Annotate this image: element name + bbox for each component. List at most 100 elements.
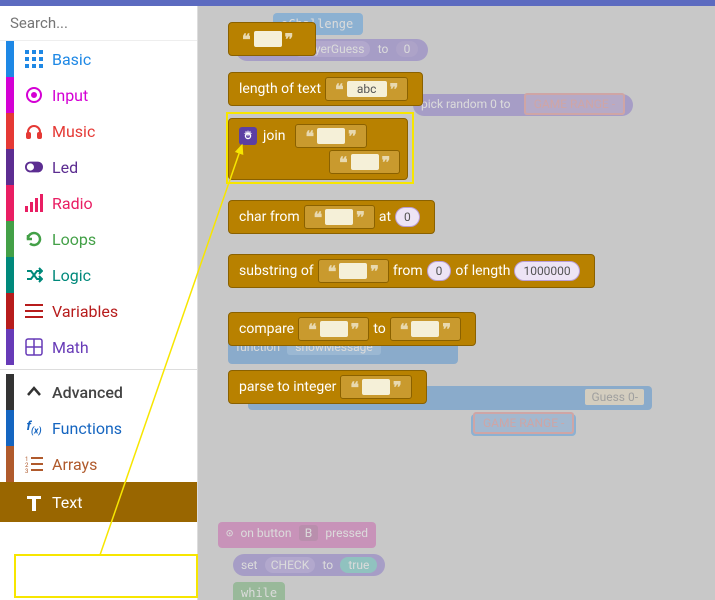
string-input[interactable] [317,128,345,144]
string-input[interactable] [254,31,282,47]
block-label: length of text [239,81,321,97]
quote-open-icon: ❝ [336,153,351,172]
string-slot[interactable]: ❝❞ [318,259,389,283]
shuffle-icon [20,266,48,284]
number-input-len[interactable]: 1000000 [514,261,579,281]
block-join[interactable]: join ❝❞ ❝❞ [228,118,408,180]
string-input[interactable] [351,154,379,170]
block-label: join [263,128,285,144]
block-parse-to-integer[interactable]: parse to integer ❝❞ [228,370,427,404]
category-label: Radio [52,194,93,213]
block-label-to: to [373,321,385,337]
stripe [6,77,14,113]
number-input[interactable]: 0 [395,207,420,227]
string-input[interactable] [362,379,390,395]
stripe [6,41,14,77]
stripe [6,149,14,185]
category-label: Variables [52,302,118,321]
category-basic[interactable]: Basic [0,41,197,77]
category-label: Loops [52,230,96,249]
stripe [6,293,14,329]
string-slot[interactable]: ❝❞ [295,124,366,148]
quote-close-icon: ❞ [348,320,363,339]
category-label: Text [52,493,82,512]
svg-text:3: 3 [25,468,28,473]
quote-open-icon: ❝ [302,127,317,146]
quote-close-icon: ❞ [387,80,402,99]
refresh-icon [20,230,48,248]
category-label: Logic [52,266,91,285]
stripe [6,329,14,365]
text-t-icon [20,493,48,511]
category-loops[interactable]: Loops [0,221,197,257]
stripe [6,221,14,257]
category-label: Math [52,338,89,357]
category-math[interactable]: Math [0,329,197,365]
category-label: Arrays [52,455,97,474]
string-input[interactable] [411,321,439,337]
stripe [6,374,14,410]
block-label-from: from [393,263,423,279]
category-arrays[interactable]: 123 Arrays [0,446,197,482]
bars-icon [20,194,48,212]
string-slot[interactable]: ❝❞ [329,150,400,174]
headphones-icon [20,122,48,140]
quote-close-icon: ❞ [353,208,368,227]
category-led[interactable]: Led [0,149,197,185]
block-substring[interactable]: substring of ❝❞ from 0 of length 1000000 [228,254,595,288]
stripe [6,484,14,520]
category-input[interactable]: Input [0,77,197,113]
string-slot[interactable]: ❝❞ [390,317,461,341]
block-label: substring of [239,263,314,279]
chevron-up-icon [20,383,48,401]
string-input[interactable] [325,209,353,225]
category-text[interactable]: Text [0,482,197,522]
category-label: Led [52,158,78,177]
quote-close-icon: ❞ [367,262,382,281]
number-input-from[interactable]: 0 [427,261,452,281]
calculator-icon [20,338,48,356]
string-input[interactable] [339,263,367,279]
block-compare[interactable]: compare ❝❞ to ❝❞ [228,312,476,346]
block-char-from[interactable]: char from ❝❞ at 0 [228,200,435,234]
quote-open-icon: ❝ [347,378,362,397]
stripe [6,446,14,482]
string-slot[interactable]: ❝ abc ❞ [325,77,408,101]
quote-close-icon: ❞ [379,153,394,172]
category-music[interactable]: Music [0,113,197,149]
quote-open-icon: ❝ [332,80,347,99]
string-slot[interactable]: ❝❞ [340,375,411,399]
list-num-icon: 123 [20,455,48,473]
string-slot[interactable]: ❝❞ [298,317,369,341]
main-layout: Basic Input Music [0,6,715,600]
category-radio[interactable]: Radio [0,185,197,221]
quote-open-icon: ❝ [397,320,412,339]
fx-icon: f(x) [20,419,48,437]
quote-open-icon: ❝ [239,30,254,49]
category-logic[interactable]: Logic [0,257,197,293]
block-label-oflen: of length [455,263,510,279]
category-variables[interactable]: Variables [0,293,197,329]
block-string-literal[interactable]: ❝ ❞ [228,22,316,56]
search-input[interactable] [10,14,209,32]
stripe [6,257,14,293]
category-functions[interactable]: f(x) Functions [0,410,197,446]
quote-close-icon: ❞ [345,127,360,146]
string-input[interactable]: abc [347,81,387,97]
category-list: Basic Input Music [0,41,197,600]
workspace[interactable]: oChallenge to set playerGuess to 0 pick … [198,6,715,600]
text-flyout: ❝ ❞ length of text ❝ abc ❞ join [218,14,715,600]
gear-icon[interactable] [239,127,257,145]
category-advanced-header[interactable]: Advanced [0,374,197,410]
block-length-of-text[interactable]: length of text ❝ abc ❞ [228,72,423,106]
block-label: compare [239,321,294,337]
category-label: Advanced [52,383,123,402]
lines-icon [20,302,48,320]
category-label: Functions [52,419,122,438]
stripe [6,410,14,446]
quote-open-icon: ❝ [325,262,340,281]
category-label: Input [52,86,88,105]
string-slot[interactable]: ❝❞ [304,205,375,229]
stripe [6,113,14,149]
string-input[interactable] [320,321,348,337]
